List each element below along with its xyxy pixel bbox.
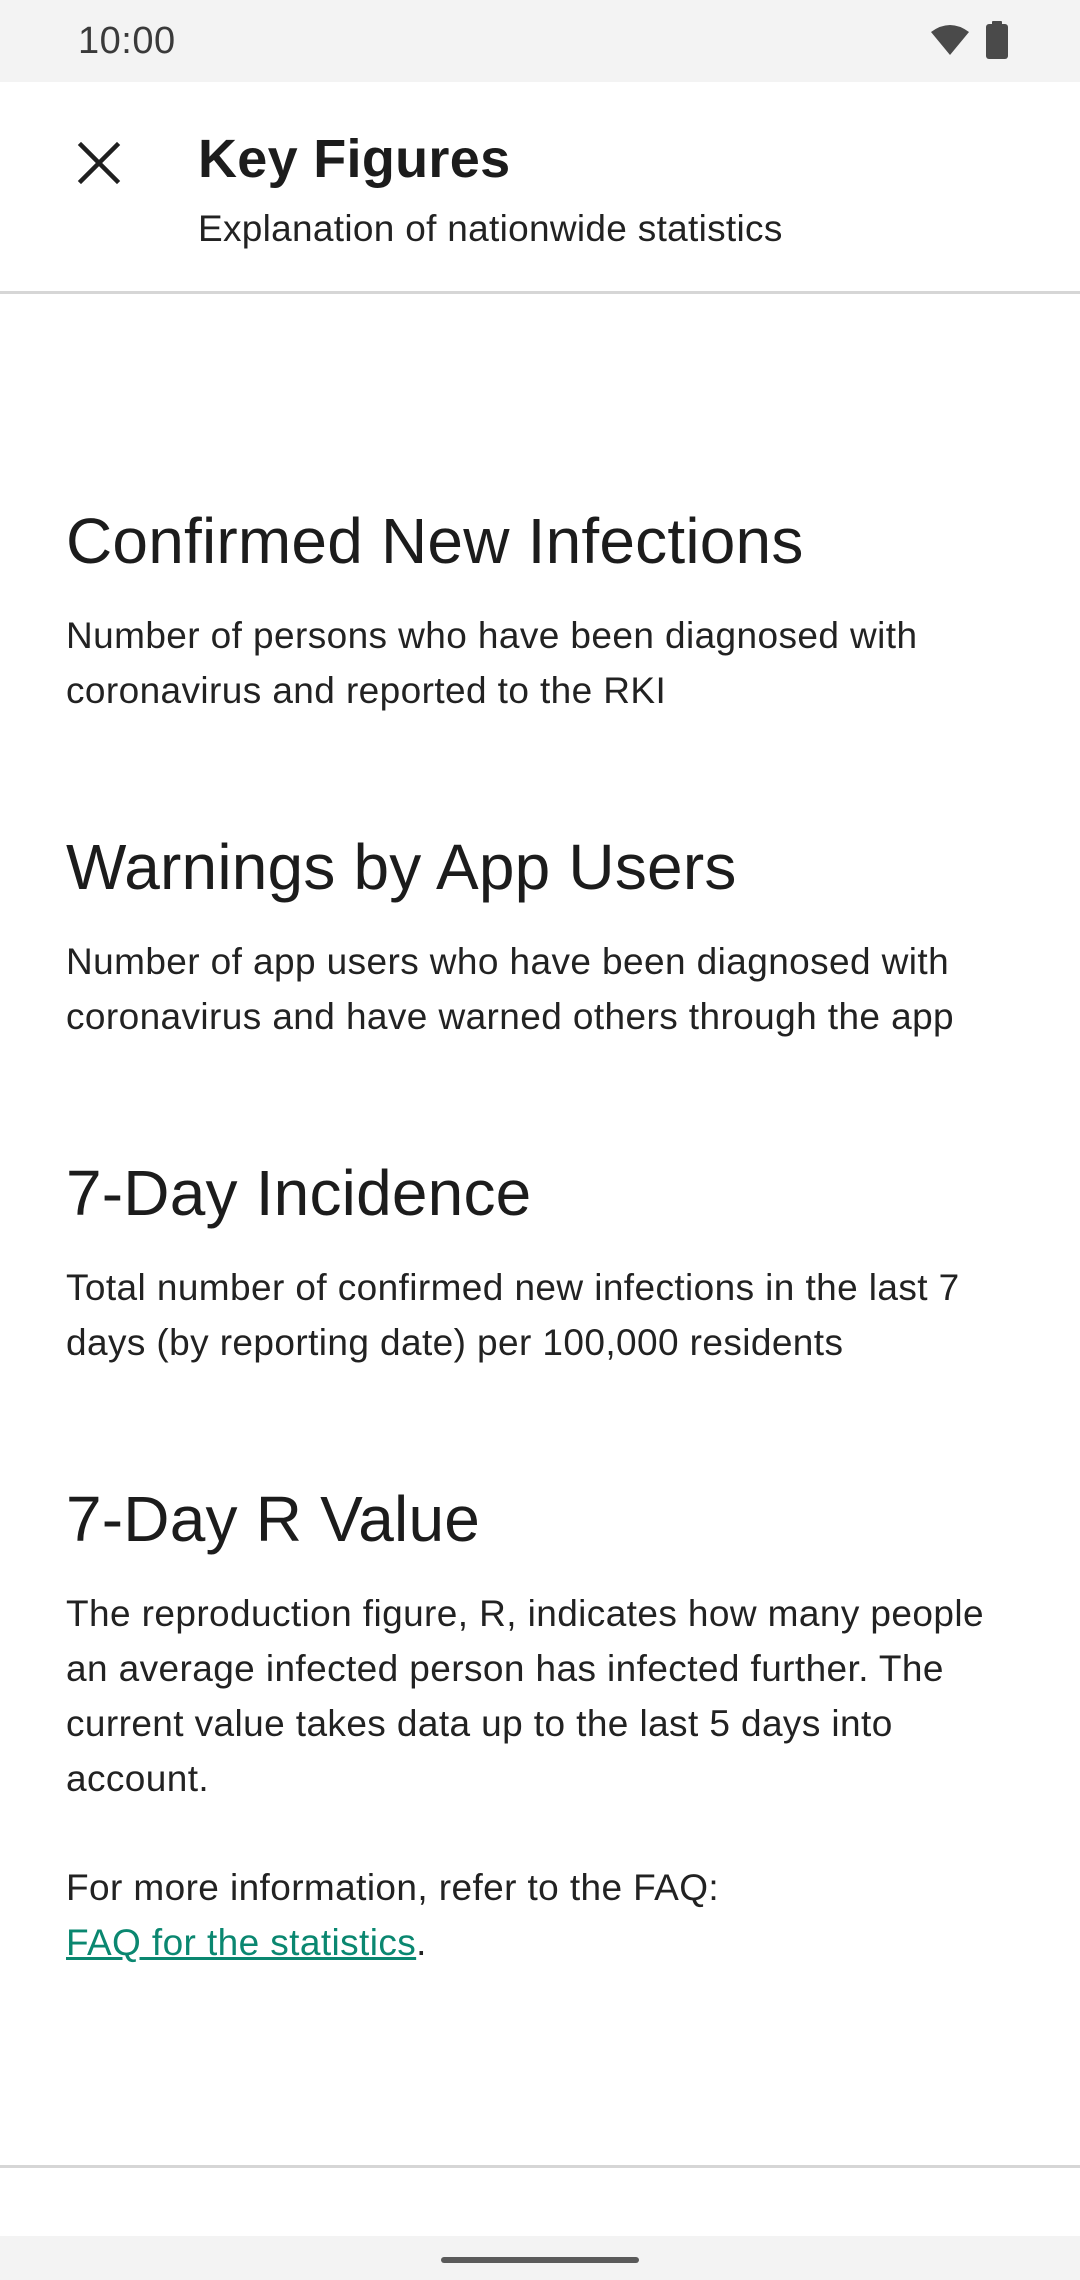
section-description: Total number of confirmed new infections… (66, 1267, 960, 1363)
battery-icon (986, 20, 1008, 64)
faq-link-suffix: . (416, 1922, 427, 1963)
section-title: 7-Day Incidence (66, 1157, 532, 1229)
section-title: Confirmed New Infections (66, 505, 804, 577)
section-title: Warnings by App Users (66, 831, 737, 903)
app-toolbar: Key Figures Explanation of nationwide st… (0, 82, 1080, 294)
faq-statistics-link[interactable]: FAQ for the statistics (66, 1922, 416, 1963)
section-confirmed-new-infections: Confirmed New Infections Number of perso… (66, 500, 1016, 718)
section-title: 7-Day R Value (66, 1483, 481, 1555)
section-7-day-r-value: 7-Day R Value The reproduction figure, R… (66, 1478, 1016, 1806)
page-title: Key Figures (198, 129, 511, 189)
close-icon (77, 141, 121, 190)
gesture-nav-bar (0, 2236, 1080, 2280)
faq-link-line: FAQ for the statistics. (66, 1915, 1016, 1970)
explanation-content: Confirmed New Infections Number of perso… (66, 500, 1016, 1970)
bottom-divider (0, 2165, 1080, 2168)
section-description: Number of app users who have been diagno… (66, 941, 955, 1037)
section-description: Number of persons who have been diagnose… (66, 615, 918, 711)
faq-intro-text: For more information, refer to the FAQ: (66, 1867, 720, 1908)
page-subtitle: Explanation of nationwide statistics (198, 208, 783, 249)
status-icons (930, 20, 1008, 64)
section-warnings-by-app-users: Warnings by App Users Number of app user… (66, 826, 1016, 1044)
wifi-icon (930, 24, 970, 61)
faq-reference: For more information, refer to the FAQ: … (66, 1860, 1016, 1970)
status-time: 10:00 (78, 20, 176, 62)
home-gesture-handle[interactable] (441, 2257, 639, 2263)
close-button[interactable] (60, 126, 138, 204)
status-bar: 10:00 (0, 0, 1080, 82)
section-7-day-incidence: 7-Day Incidence Total number of confirme… (66, 1152, 1016, 1370)
section-description: The reproduction figure, R, indicates ho… (66, 1593, 984, 1799)
